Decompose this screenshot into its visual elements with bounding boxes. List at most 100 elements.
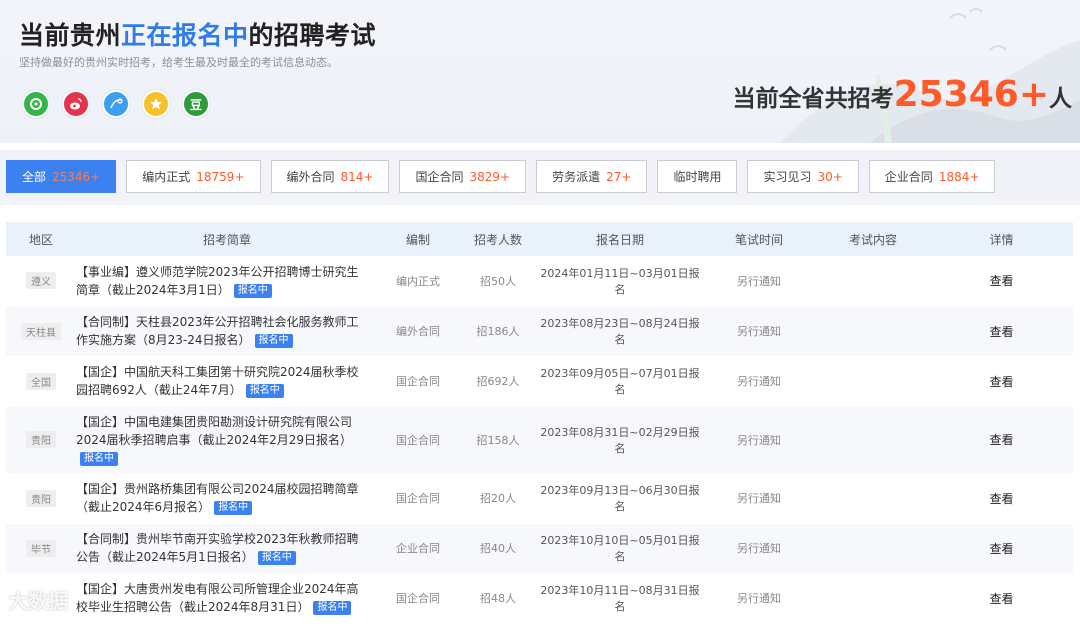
- cell-title[interactable]: 【国企】大唐贵州发电有限公司所管理企业2024年高校毕业生招聘公告（截止2024…: [76, 573, 378, 624]
- cell-type: 国企合同: [378, 356, 458, 407]
- view-detail-link[interactable]: 查看: [930, 473, 1073, 524]
- cell-exam-time: 另行通知: [702, 473, 816, 524]
- qq-icon[interactable]: [102, 90, 130, 118]
- cell-exam-time: 另行通知: [702, 406, 816, 474]
- column-header: 招考简章: [76, 222, 378, 256]
- cell-region: 贵阳: [6, 406, 76, 474]
- weibo-icon[interactable]: [62, 90, 90, 118]
- column-header: 报名日期: [538, 222, 702, 256]
- cell-date: 2023年08月23日~08月24日报名: [538, 306, 702, 357]
- table-row: 【国企】大唐贵州发电有限公司所管理企业2024年高校毕业生招聘公告（截止2024…: [6, 573, 1073, 624]
- cell-exam-content: [816, 473, 930, 524]
- region-tag: 全国: [26, 372, 56, 390]
- status-badge: 报名中: [313, 601, 352, 615]
- tab-5[interactable]: 临时聘用: [657, 160, 738, 193]
- tab-label: 国企合同: [415, 170, 464, 184]
- filter-bar: 全部 25346+ 编内正式 18759+ 编外合同 814+ 国企合同 3829+ 劳务派遣 2…: [0, 150, 1080, 205]
- cell-title[interactable]: 【合同制】天柱县2023年公开招聘社会化服务教师工作实施方案（8月23-24日报…: [76, 306, 378, 357]
- tab-label: 编外合同: [286, 170, 335, 184]
- cell-title[interactable]: 【国企】中国电建集团贵阳勘测设计研究院有限公司2024届秋季招聘启事（截止202…: [76, 406, 378, 474]
- region-tag: 贵阳: [26, 489, 56, 507]
- column-header: 编制: [378, 222, 458, 256]
- star-icon[interactable]: [142, 90, 170, 118]
- view-detail-link[interactable]: 查看: [930, 573, 1073, 624]
- cell-title[interactable]: 【合同制】贵州毕节南开实验学校2023年秋教师招聘公告（截止2024年5月1日报…: [76, 523, 378, 574]
- status-badge: 报名中: [257, 551, 296, 565]
- category-tabs: 全部 25346+ 编内正式 18759+ 编外合同 814+ 国企合同 3829+ 劳务派遣 2…: [6, 160, 996, 193]
- cell-region: 贵阳: [6, 473, 76, 524]
- cell-date: 2023年10月11日~08月31日报名: [538, 573, 702, 624]
- cell-exam-content: [816, 406, 930, 474]
- tab-count: 3829+: [469, 169, 511, 184]
- tab-count: 27+: [606, 169, 632, 184]
- tab-1[interactable]: 编内正式 18759+: [126, 160, 261, 193]
- tab-7[interactable]: 企业合同 1884+: [868, 160, 996, 193]
- cell-region: 毕节: [6, 523, 76, 574]
- column-header: 考试内容: [816, 222, 930, 256]
- douban-icon[interactable]: 豆: [182, 90, 210, 118]
- view-detail-link[interactable]: 查看: [930, 406, 1073, 474]
- table-row: 贵阳 【国企】中国电建集团贵阳勘测设计研究院有限公司2024届秋季招聘启事（截止2…: [6, 406, 1073, 474]
- tab-4[interactable]: 劳务派遣 27+: [536, 160, 648, 193]
- cell-type: 国企合同: [378, 473, 458, 524]
- view-detail-link[interactable]: 查看: [930, 523, 1073, 574]
- tab-count: 18759+: [196, 169, 245, 184]
- column-header: 详情: [930, 222, 1073, 256]
- view-detail-link[interactable]: 查看: [930, 356, 1073, 407]
- cell-title[interactable]: 【国企】贵州路桥集团有限公司2024届校园招聘简章（截止2024年6月报名） 报名…: [76, 473, 378, 524]
- cell-date: 2024年01月11日~03月01日报名: [538, 256, 702, 307]
- total-prefix: 当前全省共招考: [732, 86, 894, 112]
- region-tag: 毕节: [26, 539, 56, 557]
- job-title-link[interactable]: 【国企】中国航天科工集团第十研究院2024届秋季校园招聘692人（截止24年7月…: [76, 365, 359, 397]
- tab-count: 1884+: [938, 169, 980, 184]
- tab-label: 实习见习: [763, 170, 812, 184]
- tab-0[interactable]: 全部 25346+: [6, 160, 117, 193]
- job-title-link[interactable]: 【事业编】遵义师范学院2023年公开招聘博士研究生简章（截止2024年3月1日）: [76, 265, 359, 297]
- job-title-link[interactable]: 【国企】中国电建集团贵阳勘测设计研究院有限公司2024届秋季招聘启事（截止202…: [76, 415, 352, 447]
- status-badge: 报名中: [233, 283, 272, 298]
- tab-label: 编内正式: [142, 170, 191, 184]
- status-badge: 报名中: [245, 384, 284, 398]
- recruitment-table: 地区 招考简章 编制 招考人数 报名日期 笔试时间 考试内容 详情 遵义 【事业编】遵义师范学院…: [6, 222, 1073, 624]
- tab-2[interactable]: 编外合同 814+: [270, 160, 390, 193]
- banner-decoration: [780, 8, 1080, 143]
- cell-count: 招40人: [458, 523, 538, 574]
- title-prefix: 当前贵州: [19, 21, 122, 50]
- status-badge: 报名中: [254, 334, 293, 348]
- cell-count: 招20人: [458, 473, 538, 524]
- title-suffix: 的招聘考试: [248, 21, 377, 50]
- recruitment-table-wrap: 地区 招考简章 编制 招考人数 报名日期 笔试时间 考试内容 详情 遵义 【事业编】遵义师范学院…: [6, 222, 1073, 624]
- wechat-icon[interactable]: [22, 90, 50, 118]
- cell-type: 编内正式: [378, 256, 458, 307]
- cell-region: 遵义: [6, 256, 76, 307]
- cell-date: 2023年08月31日~02月29日报名: [538, 406, 702, 474]
- page-subtitle: 坚持做最好的贵州实时招考，给考生最及时最全的考试信息动态。: [19, 56, 338, 69]
- cell-exam-content: [816, 356, 930, 407]
- cell-title[interactable]: 【国企】中国航天科工集团第十研究院2024届秋季校园招聘692人（截止24年7月…: [76, 356, 378, 407]
- tab-6[interactable]: 实习见习 30+: [747, 160, 859, 193]
- tab-count: 814+: [340, 169, 374, 184]
- cell-count: 招692人: [458, 356, 538, 407]
- region-tag: 遵义: [26, 272, 56, 290]
- tab-label: 企业合同: [884, 170, 933, 184]
- tab-label: 临时聘用: [673, 170, 722, 184]
- view-detail-link[interactable]: 查看: [930, 306, 1073, 357]
- cell-exam-content: [816, 573, 930, 624]
- tab-count: 25346+: [52, 169, 101, 184]
- view-detail-link[interactable]: 查看: [930, 256, 1073, 307]
- job-title-link[interactable]: 【合同制】贵州毕节南开实验学校2023年秋教师招聘公告（截止2024年5月1日报…: [76, 532, 359, 564]
- cell-count: 招186人: [458, 306, 538, 357]
- table-row: 毕节 【合同制】贵州毕节南开实验学校2023年秋教师招聘公告（截止2024年5月1…: [6, 523, 1073, 574]
- table-body: 遵义 【事业编】遵义师范学院2023年公开招聘博士研究生简章（截止2024年3月1…: [6, 256, 1073, 624]
- total-number: 25346+: [893, 74, 1049, 115]
- cell-count: 招158人: [458, 406, 538, 474]
- page-title: 当前贵州正在报名中的招聘考试: [19, 16, 376, 52]
- total-suffix: 人: [1049, 86, 1072, 112]
- tab-3[interactable]: 国企合同 3829+: [399, 160, 527, 193]
- table-row: 贵阳 【国企】贵州路桥集团有限公司2024届校园招聘简章（截止2024年6月报名）…: [6, 473, 1073, 524]
- cell-date: 2023年09月05日~07月01日报名: [538, 356, 702, 407]
- cell-title[interactable]: 【事业编】遵义师范学院2023年公开招聘博士研究生简章（截止2024年3月1日）…: [76, 256, 378, 307]
- job-title-link[interactable]: 【合同制】天柱县2023年公开招聘社会化服务教师工作实施方案（8月23-24日报…: [76, 315, 359, 347]
- total-recruitment: 当前全省共招考25346+人: [733, 74, 1072, 115]
- cell-type: 国企合同: [378, 573, 458, 624]
